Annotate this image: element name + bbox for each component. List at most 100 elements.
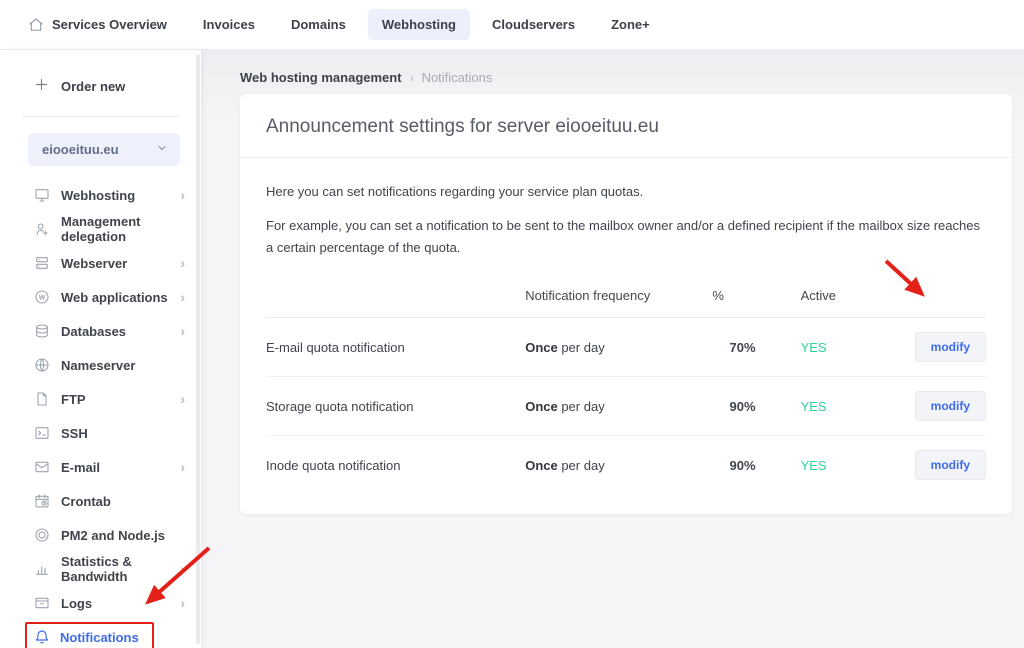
nav-item-domains[interactable]: Domains [277,9,360,40]
chevron-right-icon: › [180,290,185,304]
breadcrumb-separator-icon: › [410,71,414,85]
sidebar-item-ssh[interactable]: SSH [0,416,201,450]
sidebar-item-label: E-mail [61,460,100,475]
sidebar-item-statistics-bandwidth[interactable]: Statistics & Bandwidth › [0,552,201,586]
nav-item-zone-plus[interactable]: Zone+ [597,9,664,40]
row-active: YES [756,436,842,487]
card-title-row: Announcement settings for server eiooeit… [240,94,1012,158]
plus-icon [33,76,50,96]
file-icon [34,391,50,407]
user-plus-icon [34,221,50,237]
breadcrumb-parent[interactable]: Web hosting management [240,70,402,85]
bell-icon [34,629,50,645]
chevron-right-icon: › [180,596,185,610]
nav-label: Invoices [203,17,255,32]
announcement-settings-card: Announcement settings for server eiooeit… [240,94,1012,514]
breadcrumb-current: Notifications [422,70,493,85]
header-active: Active [756,282,842,318]
sidebar-scrollbar[interactable] [196,54,200,644]
sidebar-item-label: SSH [61,426,88,441]
sidebar-item-management-delegation[interactable]: Management delegation [0,212,201,246]
order-new-label: Order new [61,79,125,94]
chevron-right-icon: › [180,460,185,474]
sidebar-item-databases[interactable]: Databases › [0,314,201,348]
row-name: E-mail quota notification [266,318,525,377]
terminal-icon [34,425,50,441]
status-badge: YES [801,340,827,355]
nav-item-cloudservers[interactable]: Cloudservers [478,9,589,40]
bar-chart-icon [34,561,50,577]
header-frequency: Notification frequency [525,282,712,318]
dns-globe-icon [34,357,50,373]
top-navigation: Services Overview Invoices Domains Webho… [0,0,1024,50]
database-icon [34,323,50,339]
chevron-right-icon: › [180,562,185,576]
home-icon [28,17,44,33]
sidebar-item-web-applications[interactable]: W Web applications › [0,280,201,314]
nav-label: Webhosting [382,17,456,32]
breadcrumb: Web hosting management › Notifications [240,70,1012,85]
description: Here you can set notifications regarding… [266,181,986,258]
table-row: Storage quota notification Once per day … [266,377,986,436]
description-line-1: Here you can set notifications regarding… [266,181,986,202]
nodejs-icon [34,527,50,543]
calendar-icon [34,493,50,509]
row-action: modify [842,318,986,377]
sidebar-item-label: Logs [61,596,92,611]
row-frequency: Once per day [525,318,712,377]
row-name: Storage quota notification [266,377,525,436]
sidebar-item-email[interactable]: E-mail › [0,450,201,484]
sidebar-item-label: Management delegation [61,214,185,244]
server-selector-value: eiooeituu.eu [42,142,119,157]
sidebar-item-notifications[interactable]: Notifications [0,620,201,648]
sidebar-item-label: FTP [61,392,86,407]
sidebar-item-label: Web applications [61,290,168,305]
header-name [266,282,525,318]
nav-label: Zone+ [611,17,650,32]
row-frequency: Once per day [525,436,712,487]
sidebar-item-nameserver[interactable]: Nameserver [0,348,201,382]
card-body: Here you can set notifications regarding… [240,158,1012,514]
wordpress-icon: W [34,289,50,305]
sidebar-item-label: Webserver [61,256,127,271]
sidebar-item-label: PM2 and Node.js [61,528,165,543]
header-percent: % [712,282,755,318]
row-percent: 90% [712,377,755,436]
sidebar-item-pm2-nodejs[interactable]: PM2 and Node.js [0,518,201,552]
nav-label: Cloudservers [492,17,575,32]
nav-item-invoices[interactable]: Invoices [189,9,269,40]
chevron-right-icon: › [180,188,185,202]
sidebar-item-webserver[interactable]: Webserver › [0,246,201,280]
sidebar-item-label: Notifications [60,630,139,645]
archive-icon [34,595,50,611]
chevron-right-icon: › [180,324,185,338]
row-frequency: Once per day [525,377,712,436]
server-selector-dropdown[interactable]: eiooeituu.eu [28,133,180,166]
row-percent: 70% [712,318,755,377]
envelope-icon [34,459,50,475]
table-header-row: Notification frequency % Active [266,282,986,318]
modify-button[interactable]: modify [915,332,986,362]
nav-label: Domains [291,17,346,32]
table-row: Inode quota notification Once per day 90… [266,436,986,487]
sidebar-item-ftp[interactable]: FTP › [0,382,201,416]
server-icon [34,255,50,271]
chevron-right-icon: › [180,392,185,406]
modify-button[interactable]: modify [915,450,986,480]
table-row: E-mail quota notification Once per day 7… [266,318,986,377]
order-new-button[interactable]: Order new [0,50,201,116]
modify-button[interactable]: modify [915,391,986,421]
sidebar-item-crontab[interactable]: Crontab [0,484,201,518]
row-percent: 90% [712,436,755,487]
row-action: modify [842,377,986,436]
sidebar-item-logs[interactable]: Logs › [0,586,201,620]
monitor-icon [34,187,50,203]
svg-text:W: W [39,295,46,302]
notifications-highlight-box: Notifications [25,622,154,648]
nav-item-services-overview[interactable]: Services Overview [14,9,181,41]
nav-item-webhosting[interactable]: Webhosting [368,9,470,40]
sidebar-divider [22,116,179,117]
sidebar-item-webhosting[interactable]: Webhosting › [0,178,201,212]
row-action: modify [842,436,986,487]
sidebar-item-label: Nameserver [61,358,135,373]
